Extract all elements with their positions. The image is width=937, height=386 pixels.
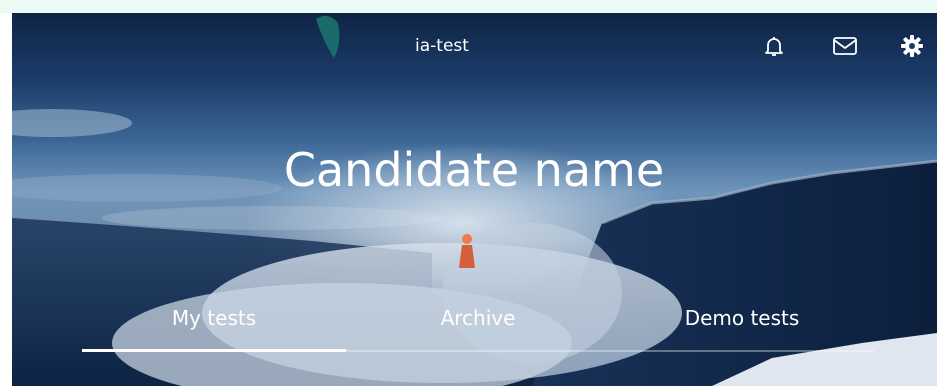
- bell-icon: [765, 37, 783, 56]
- hero-banner: ia-test Candidate name My tests Archive …: [12, 13, 937, 386]
- mail-icon: [833, 37, 857, 55]
- page-title: Candidate name: [283, 143, 665, 197]
- left-strip: [0, 13, 12, 386]
- tab-my-tests[interactable]: My tests: [82, 298, 346, 338]
- app-title: ia-test: [415, 36, 469, 56]
- active-tab-indicator: [82, 349, 346, 352]
- settings-button[interactable]: [898, 32, 926, 60]
- gear-icon: [901, 35, 923, 57]
- messages-button[interactable]: [831, 32, 859, 60]
- tab-demo-tests[interactable]: Demo tests: [610, 298, 874, 338]
- tab-archive[interactable]: Archive: [346, 298, 610, 338]
- notifications-button[interactable]: [760, 32, 788, 60]
- tab-bar: My tests Archive Demo tests: [12, 298, 937, 358]
- top-strip: [0, 0, 937, 13]
